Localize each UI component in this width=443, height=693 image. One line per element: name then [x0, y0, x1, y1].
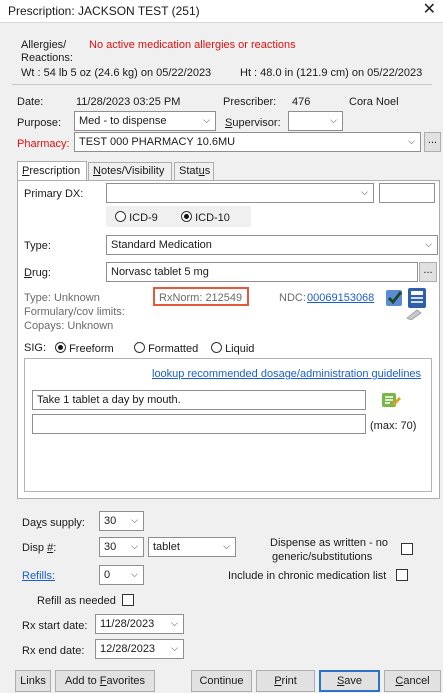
max-length-label: (max: 70) — [370, 420, 417, 432]
copays-info: Copays: Unknown — [24, 320, 114, 332]
save-button[interactable]: Save — [319, 670, 380, 692]
primary-dx-label: Primary DX: — [24, 188, 84, 200]
title-bar: Prescription: JACKSON TEST (251) ✕ — [0, 0, 443, 23]
daw-checkbox[interactable] — [401, 543, 413, 555]
pencil-icon[interactable] — [405, 308, 423, 321]
supervisor-dropdown[interactable]: ⌵ — [288, 111, 343, 131]
pharmacy-more-button[interactable]: ... — [424, 132, 441, 152]
start-date-label: Rx start date: — [22, 620, 88, 632]
supervisor-label: Supervisor: — [225, 117, 281, 129]
drug-more-button[interactable]: ... — [419, 262, 437, 282]
type-label: Type: — [24, 240, 51, 252]
chronic-med-label: Include in chronic medication list — [228, 570, 387, 582]
window-title: Prescription: JACKSON TEST (251) — [8, 4, 200, 18]
end-date-label: Rx end date: — [22, 645, 85, 657]
sig-text-input-2[interactable] — [32, 414, 366, 434]
refill-as-needed-checkbox[interactable] — [122, 594, 134, 606]
disp-unit-dropdown[interactable]: tablet ⌵ — [148, 537, 236, 557]
refill-as-needed-label: Refill as needed — [37, 595, 116, 607]
type-info: Type: Unknown — [24, 292, 100, 304]
icd10-radio[interactable]: ICD-10 — [181, 211, 230, 224]
cancel-button[interactable]: Cancel — [384, 670, 441, 692]
sig-liquid-radio[interactable]: Liquid — [211, 342, 254, 355]
disp-label: Disp #: — [22, 542, 57, 554]
chevron-down-icon: ⌵ — [223, 541, 230, 551]
days-supply-label: Days supply: — [22, 517, 85, 529]
refills-dropdown[interactable]: 0 ⌵ — [99, 565, 144, 585]
sig-builder-icon[interactable] — [379, 389, 403, 411]
date-value: 11/28/2023 03:25 PM — [76, 96, 181, 108]
primary-dx-dropdown[interactable]: ⌵ — [106, 183, 374, 203]
drug-input[interactable]: Norvasc tablet 5 mg — [106, 262, 418, 282]
drug-label: Drug: — [24, 267, 51, 279]
print-button[interactable]: Print — [256, 670, 315, 692]
weight-info: Wt : 54 lb 5 oz (24.6 kg) on 05/22/2023 — [21, 67, 212, 79]
monograph-icon[interactable] — [407, 287, 427, 309]
daw-label-line2: generic/substitutions — [272, 551, 373, 563]
days-supply-dropdown[interactable]: 30 ⌵ — [99, 511, 144, 531]
ndc-label: NDC: — [279, 292, 306, 304]
chevron-down-icon: ⌵ — [425, 239, 432, 249]
chevron-down-icon: ⌵ — [408, 136, 415, 146]
height-info: Ht : 48.0 in (121.9 cm) on 05/22/2023 — [240, 67, 423, 79]
lookup-dosage-link[interactable]: lookup recommended dosage/administration… — [152, 368, 421, 380]
chevron-down-icon: ⌵ — [131, 541, 138, 551]
links-button[interactable]: Links — [15, 670, 51, 692]
ndc-link[interactable]: 00069153068 — [307, 292, 374, 304]
reactions-label: Reactions: — [21, 52, 73, 64]
chevron-down-icon: ⌵ — [361, 187, 368, 197]
chevron-down-icon: ⌵ — [131, 569, 138, 579]
radio-icon — [134, 342, 145, 353]
formulary-info: Formulary/cov limits: — [24, 306, 125, 318]
pharmacy-dropdown[interactable]: TEST 000 PHARMACY 10.6MU ⌵ — [74, 132, 421, 152]
allergies-value: No active medication allergies or reacti… — [89, 39, 296, 51]
radio-selected-icon — [55, 342, 66, 353]
chevron-down-icon: ⌵ — [171, 618, 178, 628]
tab-status[interactable]: Status — [174, 162, 214, 181]
sig-text-input[interactable]: Take 1 tablet a day by mouth. — [32, 390, 366, 410]
rxnorm-value: RxNorm: 212549 — [159, 292, 243, 304]
date-label: Date: — [17, 96, 44, 108]
purpose-label: Purpose: — [17, 117, 62, 129]
sig-label: SIG: — [24, 342, 47, 354]
refills-link[interactable]: Refills: — [22, 570, 55, 582]
continue-button[interactable]: Continue — [191, 670, 252, 692]
tab-notes-visibility[interactable]: Notes/Visibility — [88, 162, 172, 181]
add-to-favorites-button[interactable]: Add to Favorites — [55, 670, 155, 692]
tab-prescription[interactable]: Prescription — [17, 161, 87, 181]
icd9-radio[interactable]: ICD-9 — [115, 211, 158, 224]
sig-formatted-radio[interactable]: Formatted — [134, 342, 198, 355]
chevron-down-icon: ⌵ — [131, 515, 138, 525]
prescriber-name: Cora Noel — [349, 96, 399, 108]
purpose-dropdown[interactable]: Med - to dispense ⌵ — [74, 111, 216, 131]
chevron-down-icon: ⌵ — [203, 115, 210, 125]
check-shield-icon[interactable] — [385, 288, 405, 308]
radio-icon — [211, 342, 222, 353]
prescriber-id: 476 — [292, 96, 311, 108]
allergies-label: Allergies/ — [21, 39, 67, 51]
prescriber-label: Prescriber: — [223, 96, 277, 108]
end-date-picker[interactable]: 12/28/2023 ⌵ — [95, 639, 184, 659]
divider — [12, 84, 432, 85]
sig-freeform-radio[interactable]: Freeform — [55, 342, 114, 355]
close-icon[interactable]: ✕ — [423, 1, 436, 19]
radio-selected-icon — [181, 211, 192, 222]
primary-dx-code-input[interactable] — [379, 183, 435, 203]
chronic-med-checkbox[interactable] — [396, 569, 408, 581]
chevron-down-icon: ⌵ — [330, 115, 337, 125]
pharmacy-label: Pharmacy: — [17, 138, 70, 150]
type-dropdown[interactable]: Standard Medication ⌵ — [106, 235, 438, 255]
daw-label-line1: Dispense as written - no — [270, 537, 388, 549]
start-date-picker[interactable]: 11/28/2023 ⌵ — [95, 614, 184, 634]
disp-quantity-dropdown[interactable]: 30 ⌵ — [99, 537, 144, 557]
radio-icon — [115, 211, 126, 222]
chevron-down-icon: ⌵ — [171, 643, 178, 653]
